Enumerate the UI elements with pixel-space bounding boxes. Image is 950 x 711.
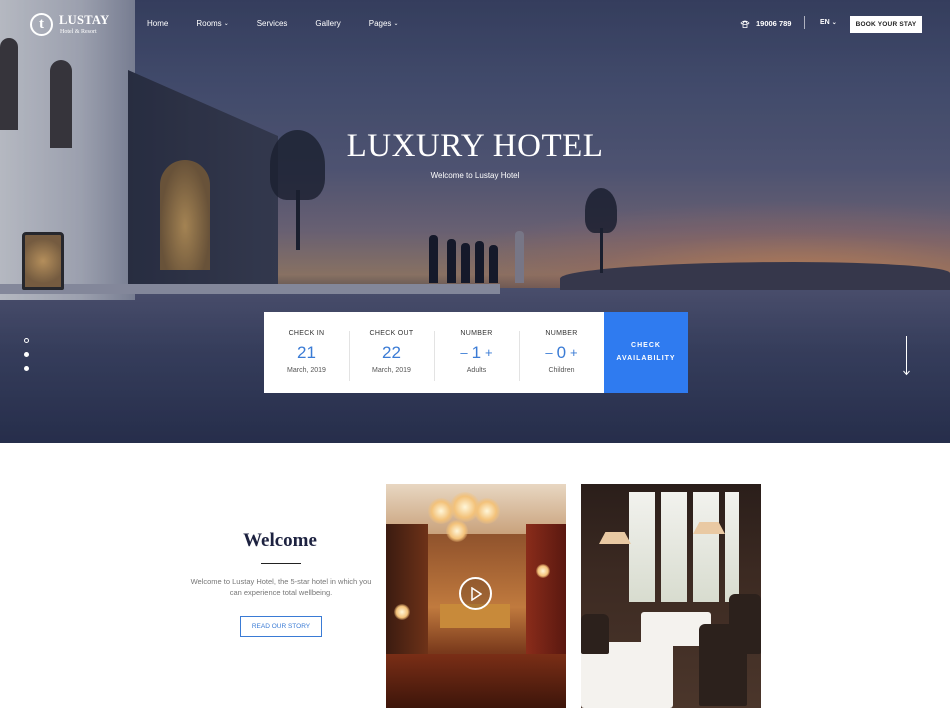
- children-stepper: NUMBER – 0 + Children: [519, 328, 604, 381]
- header-divider: [804, 16, 805, 29]
- nav-gallery[interactable]: Gallery: [315, 19, 340, 28]
- adults-decrement-button[interactable]: –: [460, 345, 467, 360]
- dining-photo: [581, 484, 761, 708]
- nav-home[interactable]: Home: [147, 19, 168, 28]
- check-availability-button[interactable]: CHECK AVAILABILITY: [604, 312, 688, 393]
- play-icon: [470, 586, 482, 601]
- slider-dot-1[interactable]: [24, 338, 29, 343]
- logo[interactable]: t LUSTAY Hotel & Resort: [30, 13, 109, 36]
- language-selector[interactable]: EN ⌄: [820, 19, 837, 26]
- chevron-down-icon: ⌄: [223, 21, 229, 27]
- check-out-day: 22: [382, 342, 401, 362]
- nav-rooms[interactable]: Rooms ⌄: [196, 19, 228, 28]
- check-in-field[interactable]: CHECK IN 21 March, 2019: [264, 328, 349, 378]
- welcome-text: Welcome to Lustay Hotel, the 5-star hote…: [190, 577, 372, 598]
- chevron-down-icon: ⌄: [393, 21, 399, 27]
- site-header: t LUSTAY Hotel & Resort Home Rooms ⌄ Serv…: [0, 0, 950, 48]
- welcome-heading: Welcome: [243, 530, 317, 551]
- children-decrement-button[interactable]: –: [545, 345, 552, 360]
- children-count: 0: [556, 342, 567, 362]
- booking-form: CHECK IN 21 March, 2019 CHECK OUT 22 Mar…: [264, 312, 688, 393]
- check-out-field[interactable]: CHECK OUT 22 March, 2019: [349, 328, 434, 381]
- slider-dot-2[interactable]: [24, 352, 29, 357]
- slider-dot-3[interactable]: [24, 366, 29, 371]
- main-nav: Home Rooms ⌄ Services Gallery Pages ⌄: [147, 19, 426, 28]
- adults-count: 1: [471, 342, 482, 362]
- phone-icon: [740, 20, 750, 28]
- check-in-month: March, 2019: [287, 366, 326, 374]
- lobby-photo: [386, 484, 566, 708]
- book-your-stay-button[interactable]: BOOK YOUR STAY: [850, 16, 922, 33]
- hero-subtitle: Welcome to Lustay Hotel: [430, 171, 520, 180]
- logo-name: LUSTAY: [59, 13, 110, 28]
- phone-link[interactable]: 19006 789: [740, 19, 791, 28]
- adults-increment-button[interactable]: +: [485, 345, 493, 360]
- heading-underline: [261, 563, 301, 564]
- logo-subtitle: Hotel & Resort: [60, 28, 97, 35]
- check-in-day: 21: [297, 342, 316, 362]
- check-out-month: March, 2019: [372, 366, 411, 374]
- scroll-down-arrow-icon[interactable]: [902, 336, 911, 376]
- children-increment-button[interactable]: +: [570, 345, 578, 360]
- hero-title: LUXURY HOTEL: [346, 128, 604, 164]
- slider-dots: [24, 338, 29, 380]
- play-video-button[interactable]: [459, 577, 492, 610]
- nav-pages[interactable]: Pages ⌄: [369, 19, 399, 28]
- adults-stepper: NUMBER – 1 + Adults: [434, 328, 519, 381]
- logo-mark: t: [30, 13, 53, 36]
- nav-services[interactable]: Services: [257, 19, 288, 28]
- read-our-story-button[interactable]: READ OUR STORY: [240, 616, 322, 637]
- chevron-down-icon: ⌄: [831, 20, 837, 26]
